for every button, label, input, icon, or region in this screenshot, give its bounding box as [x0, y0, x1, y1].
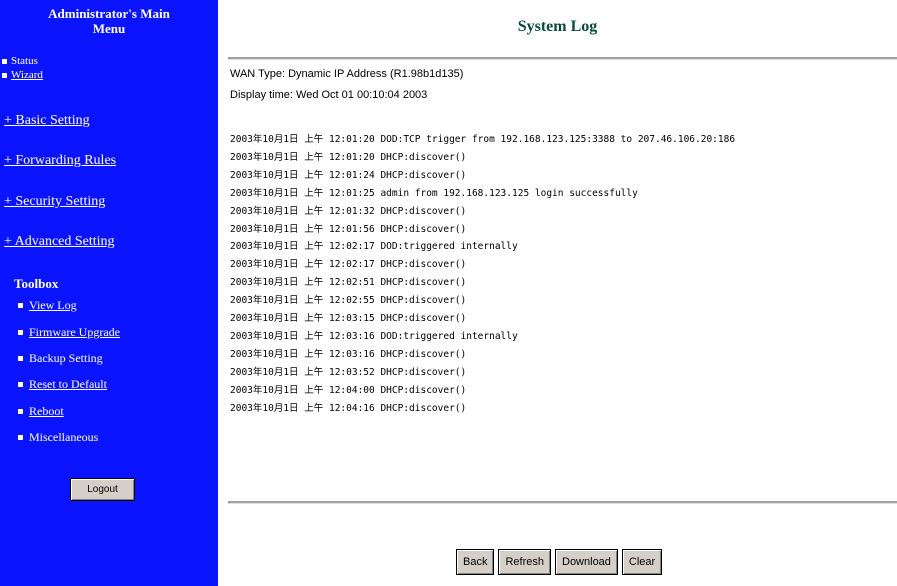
log-list: 2003年10月1日 上午 12:01:20 DOD:TCP trigger f… [230, 131, 897, 418]
log-line: 2003年10月1日 上午 12:01:20 DOD:TCP trigger f… [230, 134, 736, 145]
main-content: System Log WAN Type: Dynamic IP Address … [218, 0, 897, 586]
logout-button[interactable]: Logout [70, 478, 135, 501]
security-setting-link[interactable]: + Security Setting [4, 194, 105, 210]
toolbox-title: Toolbox [14, 276, 59, 291]
bullet-icon [18, 329, 23, 335]
tool-miscellaneous[interactable]: Miscellaneous [18, 430, 98, 444]
status-label[interactable]: Status [11, 54, 38, 68]
tool-label[interactable]: Backup Setting [29, 351, 103, 365]
bullet-icon [18, 381, 23, 387]
status-list: Status Wizard [2, 54, 43, 82]
bullet-icon [2, 58, 7, 64]
bullet-icon [18, 355, 23, 361]
page-title: System Log [517, 18, 598, 35]
menu-title-line1: Administrator's Main [48, 6, 170, 21]
log-line: 2003年10月1日 上午 12:03:16 DOD:triggered int… [230, 330, 518, 342]
bullet-icon [18, 302, 23, 308]
display-time-info: Display time: Wed Oct 01 00:10:04 2003 [230, 89, 428, 101]
forwarding-rules-link[interactable]: + Forwarding Rules [4, 153, 116, 169]
tool-firmware-upgrade[interactable]: Firmware Upgrade [18, 325, 120, 339]
log-line: 2003年10月1日 上午 12:01:24 DHCP:discover() [230, 169, 467, 181]
advanced-setting-link[interactable]: + Advanced Setting [4, 234, 115, 250]
tool-label[interactable]: Miscellaneous [29, 430, 98, 444]
menu-title: Administrator's Main Menu [0, 0, 218, 36]
bullet-icon [18, 408, 23, 414]
tool-label[interactable]: Firmware Upgrade [29, 325, 120, 339]
log-line: 2003年10月1日 上午 12:02:51 DHCP:discover() [230, 277, 467, 289]
refresh-button[interactable]: Refresh [498, 549, 551, 575]
log-line: 2003年10月1日 上午 12:03:16 DHCP:discover() [230, 348, 467, 360]
back-button[interactable]: Back [456, 549, 495, 575]
status-item[interactable]: Status [2, 54, 43, 68]
clear-button[interactable]: Clear [621, 549, 663, 575]
basic-setting-link[interactable]: + Basic Setting [4, 113, 90, 129]
log-line: 2003年10月1日 上午 12:01:20 DHCP:discover() [230, 151, 467, 163]
log-line: 2003年10月1日 上午 12:01:56 DHCP:discover() [230, 223, 467, 235]
sidebar-menu: Administrator's Main Menu Status Wizard … [0, 0, 218, 586]
log-line: 2003年10月1日 上午 12:04:16 DHCP:discover() [230, 402, 467, 414]
tool-label[interactable]: View Log [29, 298, 77, 312]
log-line: 2003年10月1日 上午 12:02:17 DHCP:discover() [230, 259, 467, 271]
tool-reset-to-default[interactable]: Reset to Default [18, 377, 107, 391]
tool-label[interactable]: Reboot [29, 404, 64, 418]
download-button[interactable]: Download [555, 549, 618, 575]
wizard-item[interactable]: Wizard [2, 68, 43, 82]
tool-reboot[interactable]: Reboot [18, 404, 64, 418]
top-divider [228, 57, 897, 60]
log-line: 2003年10月1日 上午 12:02:55 DHCP:discover() [230, 295, 467, 307]
menu-title-line2: Menu [92, 21, 126, 36]
log-line: 2003年10月1日 上午 12:01:25 admin from 192.16… [230, 187, 638, 199]
log-line: 2003年10月1日 上午 12:03:52 DHCP:discover() [230, 366, 467, 378]
tool-view-log[interactable]: View Log [18, 298, 77, 312]
tool-label[interactable]: Reset to Default [29, 377, 107, 391]
action-buttons: Back Refresh Download Clear [456, 549, 663, 575]
wan-type-info: WAN Type: Dynamic IP Address (R1.98b1d13… [230, 68, 464, 80]
log-line: 2003年10月1日 上午 12:01:32 DHCP:discover() [230, 205, 467, 217]
log-line: 2003年10月1日 上午 12:03:15 DHCP:discover() [230, 313, 467, 325]
log-line: 2003年10月1日 上午 12:02:17 DOD:triggered int… [230, 241, 518, 253]
bullet-icon [2, 72, 7, 78]
bullet-icon [18, 434, 23, 440]
tool-backup-setting[interactable]: Backup Setting [18, 351, 103, 365]
wizard-link[interactable]: Wizard [11, 68, 43, 82]
log-line: 2003年10月1日 上午 12:04:00 DHCP:discover() [230, 384, 467, 396]
bottom-divider [228, 501, 897, 504]
